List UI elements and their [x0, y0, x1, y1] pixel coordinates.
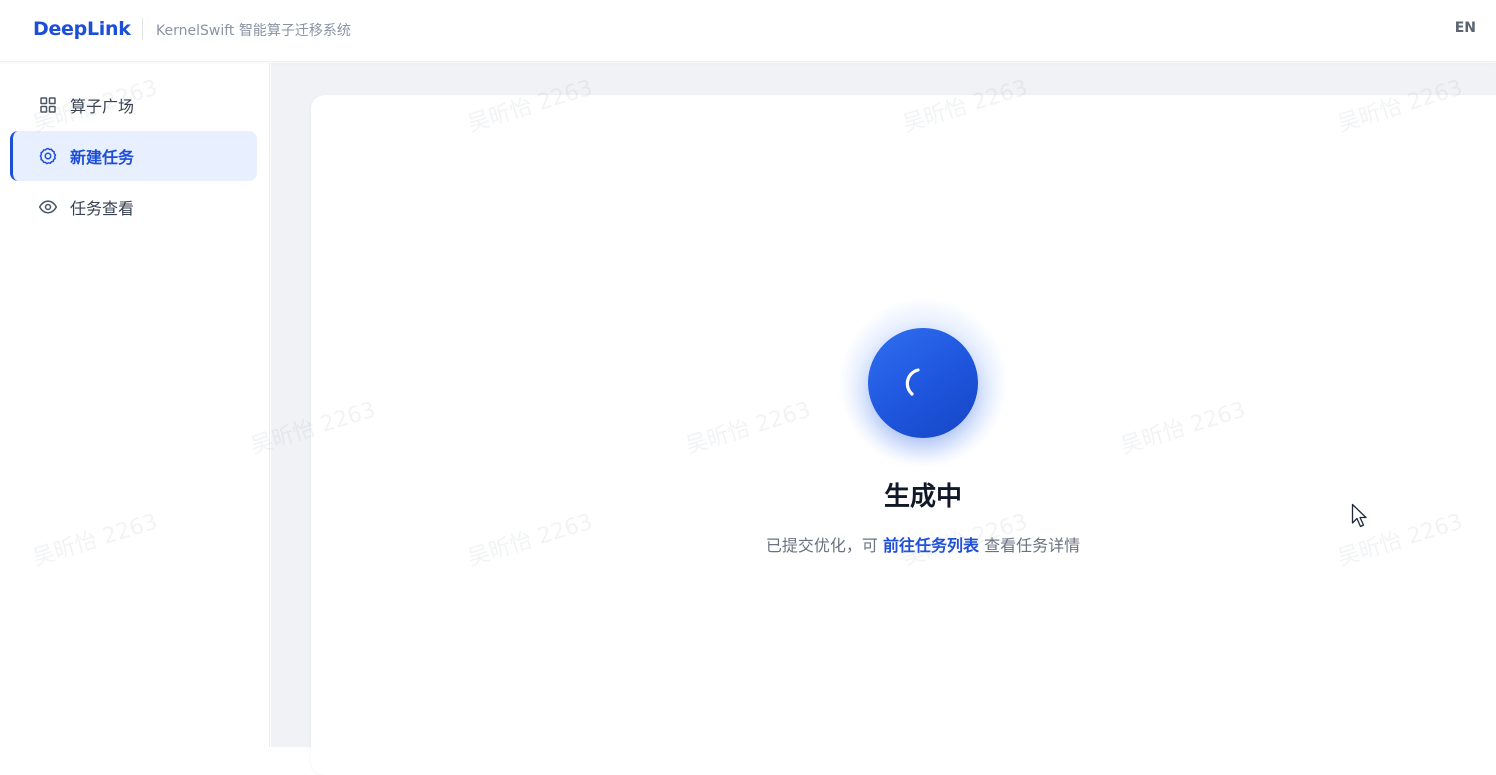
sidebar-item-label: 任务查看 — [70, 199, 135, 218]
logo[interactable]: DeepLink — [33, 18, 131, 40]
status-desc-suffix: 查看任务详情 — [984, 536, 1081, 555]
grid-icon — [38, 95, 58, 115]
sidebar: 算子广场 新建任务 任务查看 — [0, 63, 270, 747]
language-toggle[interactable]: EN — [1455, 20, 1476, 36]
sidebar-item-new-task[interactable]: 新建任务 — [10, 131, 257, 181]
logo-divider — [142, 18, 143, 40]
sidebar-item-operator-plaza[interactable]: 算子广场 — [10, 80, 257, 130]
status-title: 生成中 — [883, 482, 962, 512]
status-desc-prefix: 已提交优化，可 — [765, 536, 878, 555]
eye-icon — [38, 197, 58, 217]
loading-spinner — [868, 328, 978, 438]
app-subtitle: KernelSwift 智能算子迁移系统 — [156, 23, 351, 39]
spinner-arc-icon — [905, 368, 920, 396]
task-list-link[interactable]: 前往任务列表 — [883, 536, 979, 555]
sidebar-item-task-view[interactable]: 任务查看 — [10, 182, 257, 232]
mouse-cursor-icon — [1351, 503, 1369, 533]
gear-icon — [38, 146, 58, 166]
status-description: 已提交优化，可 前往任务列表 查看任务详情 — [700, 532, 1146, 556]
sidebar-item-label: 新建任务 — [70, 148, 135, 167]
top-bar: DeepLink KernelSwift 智能算子迁移系统 EN — [0, 0, 1496, 62]
sidebar-item-label: 算子广场 — [70, 97, 135, 116]
